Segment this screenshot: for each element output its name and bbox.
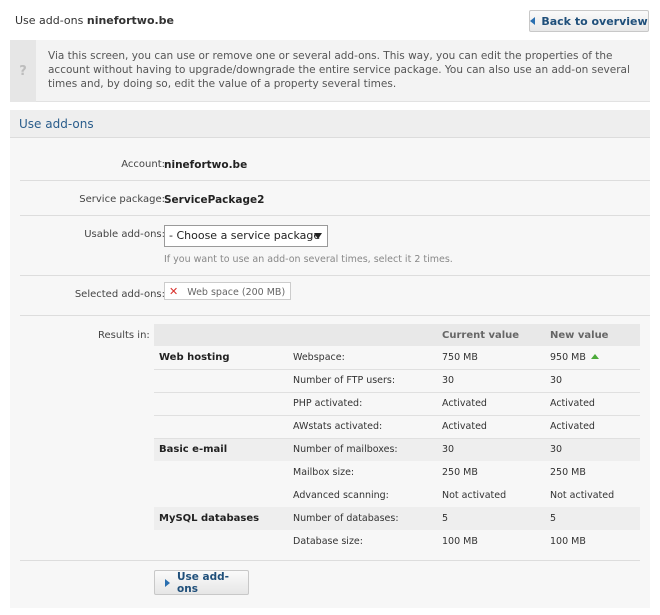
- new-value: 30: [545, 369, 640, 393]
- results-header-group: [154, 324, 288, 346]
- table-row: Basic e-mail Number of mailboxes: 30 30: [154, 438, 640, 461]
- usable-addons-hint: If you want to use an add-on several tim…: [164, 254, 453, 265]
- service-package-select-value: - Choose a service package: [169, 229, 321, 242]
- results-table: Current value New value Web hosting Webs…: [154, 324, 640, 553]
- account-label: Account:: [121, 159, 165, 170]
- results-header-property: [288, 324, 437, 346]
- property-name: Mailbox size:: [288, 461, 437, 484]
- results-header-current: Current value: [437, 324, 545, 346]
- divider: [20, 560, 640, 561]
- group-name: [154, 530, 288, 553]
- group-name: Web hosting: [154, 346, 288, 370]
- usable-addons-label: Usable add-ons:: [84, 229, 165, 240]
- property-name: Webspace:: [288, 346, 437, 370]
- chevron-right-icon: [165, 578, 170, 587]
- service-package-label: Service package:: [79, 194, 165, 205]
- current-value: 750 MB: [437, 346, 545, 370]
- group-name: [154, 415, 288, 439]
- panel-header: Use add-ons: [10, 110, 650, 138]
- current-value: 30: [437, 369, 545, 393]
- service-package-row: Service package: ServicePackage2: [20, 181, 650, 216]
- chevron-left-icon: [530, 17, 536, 25]
- account-value: ninefortwo.be: [164, 159, 248, 171]
- group-name: MySQL databases: [154, 507, 288, 530]
- service-package-value: ServicePackage2: [164, 194, 265, 206]
- table-row: AWstats activated: Activated Activated: [154, 415, 640, 439]
- page-header: Use add-ons ninefortwo.be Back to overvi…: [0, 0, 660, 40]
- table-row: Mailbox size: 250 MB 250 MB: [154, 461, 640, 484]
- current-value: Activated: [437, 392, 545, 416]
- property-name: Number of databases:: [288, 507, 437, 530]
- page-title: Use add-ons ninefortwo.be: [15, 14, 174, 27]
- new-value: 100 MB: [545, 530, 640, 553]
- current-value: 5: [437, 507, 545, 530]
- remove-addon-icon[interactable]: ✕: [169, 285, 178, 298]
- new-value: Activated: [545, 415, 640, 439]
- table-row: Advanced scanning: Not activated Not act…: [154, 484, 640, 507]
- results-label: Results in:: [98, 330, 150, 341]
- new-value: Activated: [545, 392, 640, 416]
- group-name: [154, 484, 288, 507]
- new-value-cell: 950 MB: [545, 346, 640, 370]
- question-icon: ?: [10, 40, 36, 102]
- selected-addon-tag: ✕ Web space (200 MB): [164, 282, 292, 300]
- info-text: Via this screen, you can use or remove o…: [48, 50, 630, 90]
- usable-addons-row: Usable add-ons: - Choose a service packa…: [20, 216, 650, 276]
- info-box: ? Via this screen, you can use or remove…: [10, 40, 650, 102]
- table-row: Database size: 100 MB 100 MB: [154, 530, 640, 553]
- use-addons-button[interactable]: Use add-ons: [154, 570, 249, 595]
- current-value: Activated: [437, 415, 545, 439]
- property-name: Number of mailboxes:: [288, 438, 437, 461]
- arrow-up-icon: [590, 353, 599, 359]
- group-name: [154, 461, 288, 484]
- results-header-row: Current value New value: [154, 324, 640, 346]
- use-addons-label: Use add-ons: [177, 570, 230, 595]
- group-name: [154, 369, 288, 393]
- property-name: Advanced scanning:: [288, 484, 437, 507]
- table-row: Web hosting Webspace: 750 MB 950 MB: [154, 346, 640, 370]
- new-value: 950 MB: [550, 351, 586, 363]
- table-row: Number of FTP users: 30 30: [154, 369, 640, 393]
- page-title-prefix: Use add-ons: [15, 14, 84, 27]
- current-value: 30: [437, 438, 545, 461]
- table-row: MySQL databases Number of databases: 5 5: [154, 507, 640, 530]
- property-name: Number of FTP users:: [288, 369, 437, 393]
- new-value: Not activated: [545, 484, 640, 507]
- results-header-new: New value: [545, 324, 640, 346]
- page-title-domain: ninefortwo.be: [86, 14, 175, 27]
- back-to-overview-label: Back to overview: [541, 14, 648, 28]
- property-name: PHP activated:: [288, 392, 437, 416]
- group-name: [154, 392, 288, 416]
- current-value: Not activated: [437, 484, 545, 507]
- selected-addons-row: Selected add-ons: ✕ Web space (200 MB): [20, 276, 650, 316]
- new-value: 250 MB: [545, 461, 640, 484]
- new-value: 30: [545, 438, 640, 461]
- dropdown-arrow-icon: [314, 233, 322, 239]
- current-value: 250 MB: [437, 461, 545, 484]
- account-row: Account: ninefortwo.be: [20, 138, 650, 181]
- panel-title: Use add-ons: [19, 117, 94, 131]
- new-value: 5: [545, 507, 640, 530]
- back-to-overview-button[interactable]: Back to overview: [529, 10, 649, 32]
- property-name: AWstats activated:: [288, 415, 437, 439]
- service-package-select[interactable]: - Choose a service package: [164, 225, 328, 247]
- selected-addon-label: Web space (200 MB): [187, 287, 286, 298]
- current-value: 100 MB: [437, 530, 545, 553]
- property-name: Database size:: [288, 530, 437, 553]
- table-row: PHP activated: Activated Activated: [154, 392, 640, 416]
- selected-addons-label: Selected add-ons:: [74, 289, 165, 300]
- group-name: Basic e-mail: [154, 438, 288, 461]
